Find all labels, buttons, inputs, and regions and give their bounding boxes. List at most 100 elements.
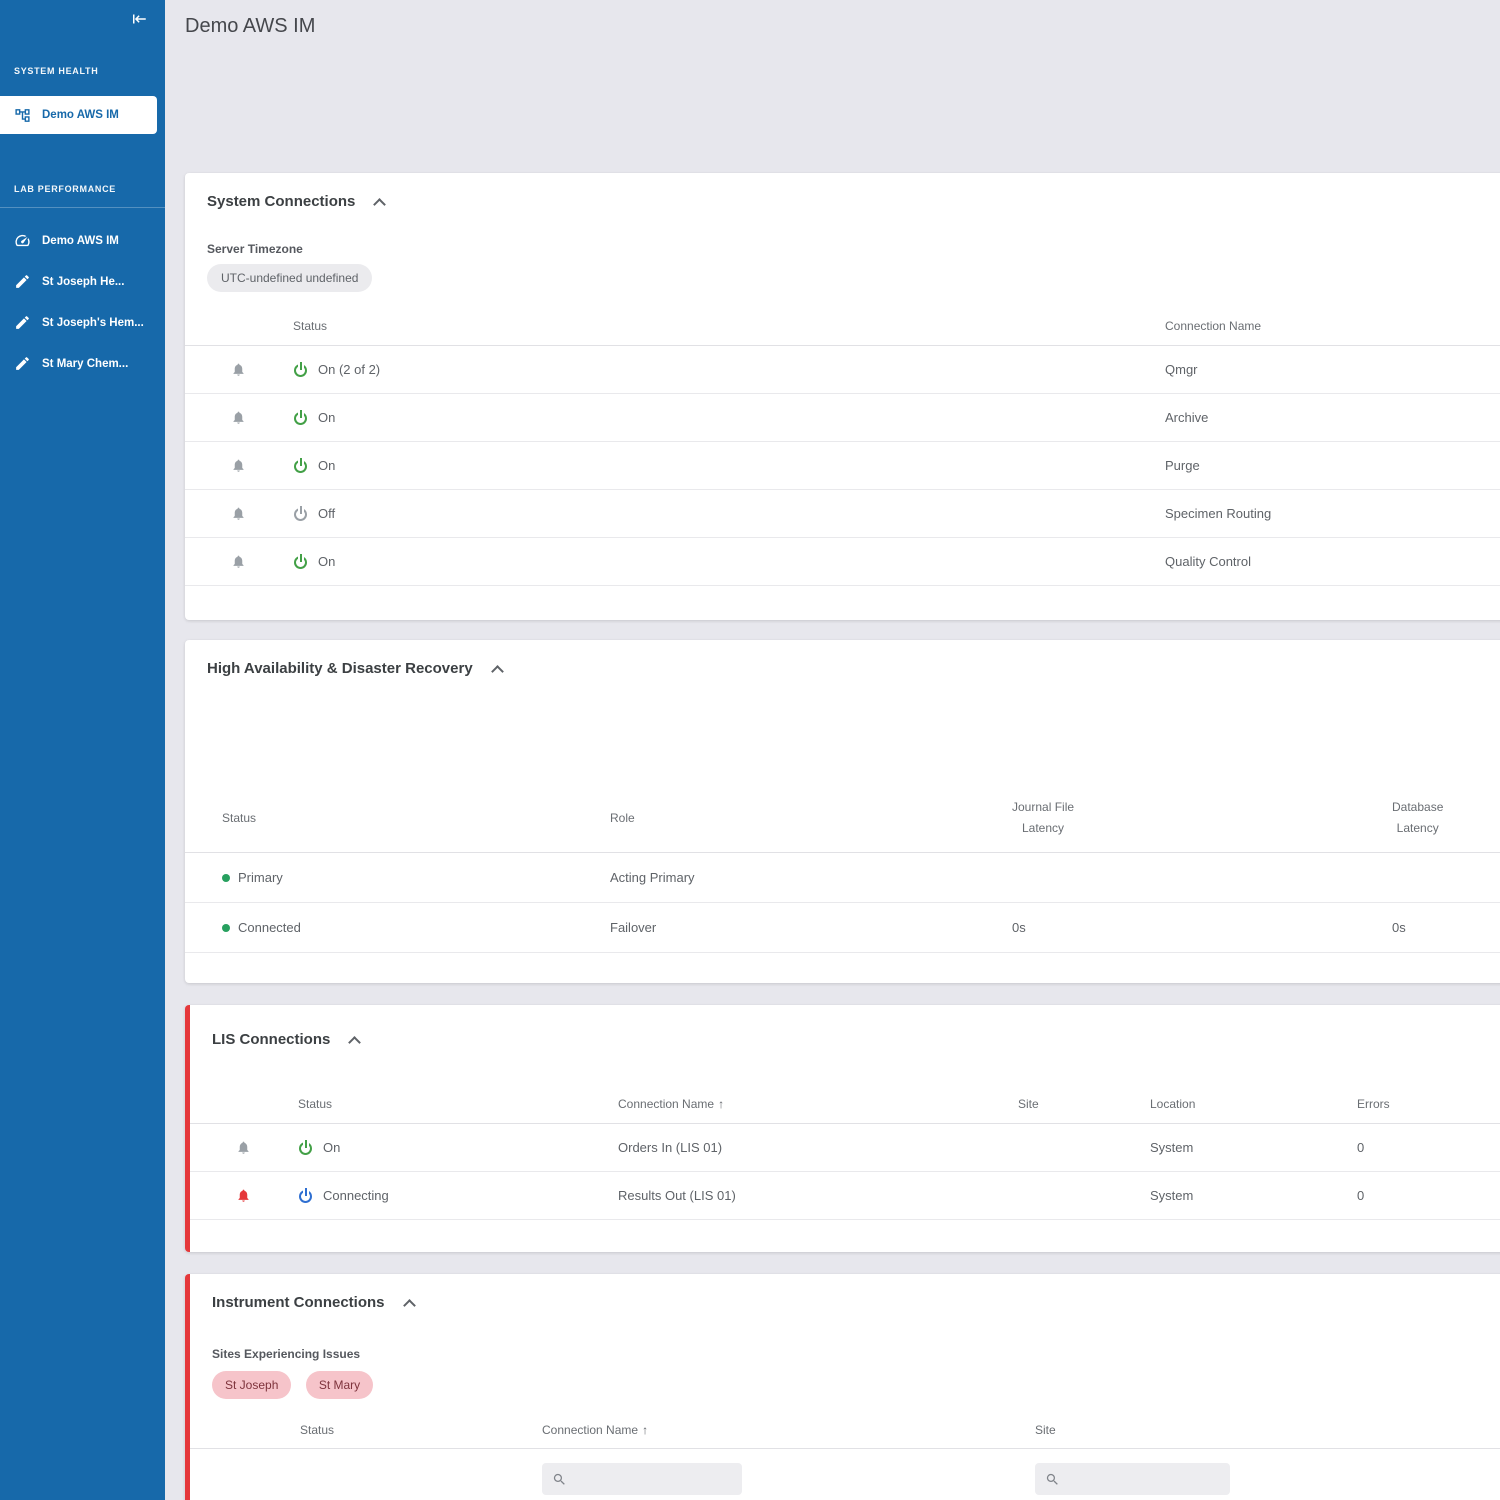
search-icon <box>1045 1472 1060 1487</box>
column-header-site: Site <box>1035 1422 1056 1437</box>
network-tree-icon <box>14 107 31 124</box>
lis-connections-table: Status Connection Name ↑ Site Location Er… <box>190 1084 1500 1220</box>
issue-chips: St Joseph St Mary <box>190 1371 1500 1399</box>
connection-name: Specimen Routing <box>1165 506 1272 521</box>
bell-icon[interactable] <box>236 1140 251 1155</box>
power-on-icon <box>298 1140 313 1155</box>
ha-dr-table: Status Role Journal File Latency Database… <box>185 783 1500 953</box>
connection-name: Orders In (LIS 01) <box>618 1140 723 1155</box>
status-text: Primary <box>238 870 283 885</box>
connection-name: Quality Control <box>1165 554 1251 569</box>
sidebar-item-st-joseph-he[interactable]: St Joseph He... <box>0 261 165 302</box>
power-on-icon <box>293 458 308 473</box>
status-text: On <box>318 458 336 473</box>
chevron-up-icon[interactable] <box>348 1035 362 1049</box>
column-header-status: Status <box>222 810 257 825</box>
column-header-connection-name[interactable]: Connection Name ↑ <box>542 1423 1035 1437</box>
column-header-errors: Errors <box>1357 1096 1390 1111</box>
status-text: On <box>318 554 336 569</box>
sidebar-item-st-josephs-hem[interactable]: St Joseph's Hem... <box>0 302 165 343</box>
site-filter-input[interactable] <box>1035 1463 1230 1495</box>
table-header-row: Status Connection Name <box>185 306 1500 346</box>
sidebar-item-demo-aws-im-system-health[interactable]: Demo AWS IM <box>0 96 157 134</box>
table-header-row: Status Connection Name ↑ Site Location Er… <box>190 1084 1500 1124</box>
pencil-icon <box>14 355 31 372</box>
ha-dr-header[interactable]: High Availability & Disaster Recovery <box>185 640 1500 685</box>
database-latency-value: 0s <box>1392 920 1406 935</box>
errors-value: 0 <box>1357 1188 1365 1203</box>
bell-icon[interactable] <box>231 410 246 425</box>
table-row: Primary Acting Primary <box>185 853 1500 903</box>
connection-name: Results Out (LIS 01) <box>618 1188 736 1203</box>
chevron-up-icon[interactable] <box>490 664 504 678</box>
server-timezone-chip: UTC-undefined undefined <box>207 264 373 292</box>
connection-name: Qmgr <box>1165 362 1198 377</box>
sidebar-item-demo-aws-im-lab[interactable]: Demo AWS IM <box>0 220 165 261</box>
collapse-left-icon <box>130 10 148 28</box>
sites-experiencing-issues-label: Sites Experiencing Issues <box>212 1347 361 1361</box>
pencil-icon <box>14 273 31 290</box>
system-connections-header[interactable]: System Connections <box>185 173 1500 218</box>
power-on-icon <box>293 410 308 425</box>
lab-performance-nav: Demo AWS IM St Joseph He... St Joseph's … <box>0 220 165 384</box>
main-content: Demo AWS IM System Connections Server Ti… <box>165 0 1500 1500</box>
lis-connections-card: LIS Connections Status Connection Name ↑ … <box>185 1005 1500 1252</box>
table-row: Connected Failover 0s 0s <box>185 903 1500 953</box>
power-on-icon <box>293 554 308 569</box>
card-title: Instrument Connections <box>212 1294 385 1311</box>
issue-chip-st-mary: St Mary <box>305 1371 374 1399</box>
sidebar-item-label: St Joseph's Hem... <box>42 316 144 329</box>
table-row: On Orders In (LIS 01) System 0 <box>190 1124 1500 1172</box>
connection-name: Purge <box>1165 458 1200 473</box>
pencil-icon <box>14 314 31 331</box>
chevron-up-icon[interactable] <box>373 197 387 211</box>
power-connecting-icon <box>298 1188 313 1203</box>
column-header-status: Status <box>298 1096 333 1111</box>
column-header-connection-name[interactable]: Connection Name ↑ <box>618 1097 1018 1111</box>
role-text: Failover <box>610 920 657 935</box>
card-title: High Availability & Disaster Recovery <box>207 660 473 677</box>
status-text: On (2 of 2) <box>318 362 381 377</box>
sidebar-collapse-button[interactable] <box>130 10 152 32</box>
sort-ascending-icon[interactable]: ↑ <box>718 1097 724 1111</box>
system-connections-card: System Connections Server Timezone UTC-u… <box>185 173 1500 620</box>
column-header-status: Status <box>293 318 328 333</box>
bell-icon[interactable] <box>231 362 246 377</box>
connection-name: Archive <box>1165 410 1209 425</box>
issue-chip-st-joseph: St Joseph <box>212 1371 292 1399</box>
sort-ascending-icon[interactable]: ↑ <box>642 1423 648 1437</box>
alert-bell-icon[interactable] <box>236 1188 251 1203</box>
bell-icon[interactable] <box>231 554 246 569</box>
table-row: On Quality Control <box>185 538 1500 586</box>
green-status-dot-icon <box>222 873 230 882</box>
status-text: On <box>323 1140 341 1155</box>
bell-icon[interactable] <box>231 506 246 521</box>
status-text: Off <box>318 506 336 521</box>
status-text: On <box>318 410 336 425</box>
sidebar-section-label-lab-performance: LAB PERFORMANCE <box>0 184 165 208</box>
lis-connections-header[interactable]: LIS Connections <box>190 1005 1500 1056</box>
table-header-row: Status Connection Name ↑ Site <box>190 1411 1500 1449</box>
ha-dr-card: High Availability & Disaster Recovery St… <box>185 640 1500 983</box>
instrument-connections-header[interactable]: Instrument Connections <box>190 1274 1500 1319</box>
table-header-row: Status Role Journal File Latency Database… <box>185 783 1500 853</box>
card-title: LIS Connections <box>212 1031 331 1048</box>
sidebar-item-label: Demo AWS IM <box>42 234 119 247</box>
sidebar-section-label-system-health: SYSTEM HEALTH <box>14 66 99 76</box>
power-on-icon <box>293 362 308 377</box>
bell-icon[interactable] <box>231 458 246 473</box>
table-row: Off Specimen Routing <box>185 490 1500 538</box>
sidebar-item-st-mary-chem[interactable]: St Mary Chem... <box>0 343 165 384</box>
chevron-up-icon[interactable] <box>402 1298 416 1312</box>
location-value: System <box>1150 1188 1194 1203</box>
column-header-location: Location <box>1150 1096 1196 1111</box>
system-connections-table: Status Connection Name On (2 of 2) Qmgr … <box>185 306 1500 586</box>
card-title: System Connections <box>207 193 356 210</box>
instrument-connections-table: Status Connection Name ↑ Site <box>190 1411 1500 1495</box>
connection-name-filter-input[interactable] <box>542 1463 742 1495</box>
status-text: Connected <box>238 920 301 935</box>
sidebar-item-label: Demo AWS IM <box>42 109 119 121</box>
journal-latency-value: 0s <box>1012 920 1026 935</box>
role-text: Acting Primary <box>610 870 695 885</box>
